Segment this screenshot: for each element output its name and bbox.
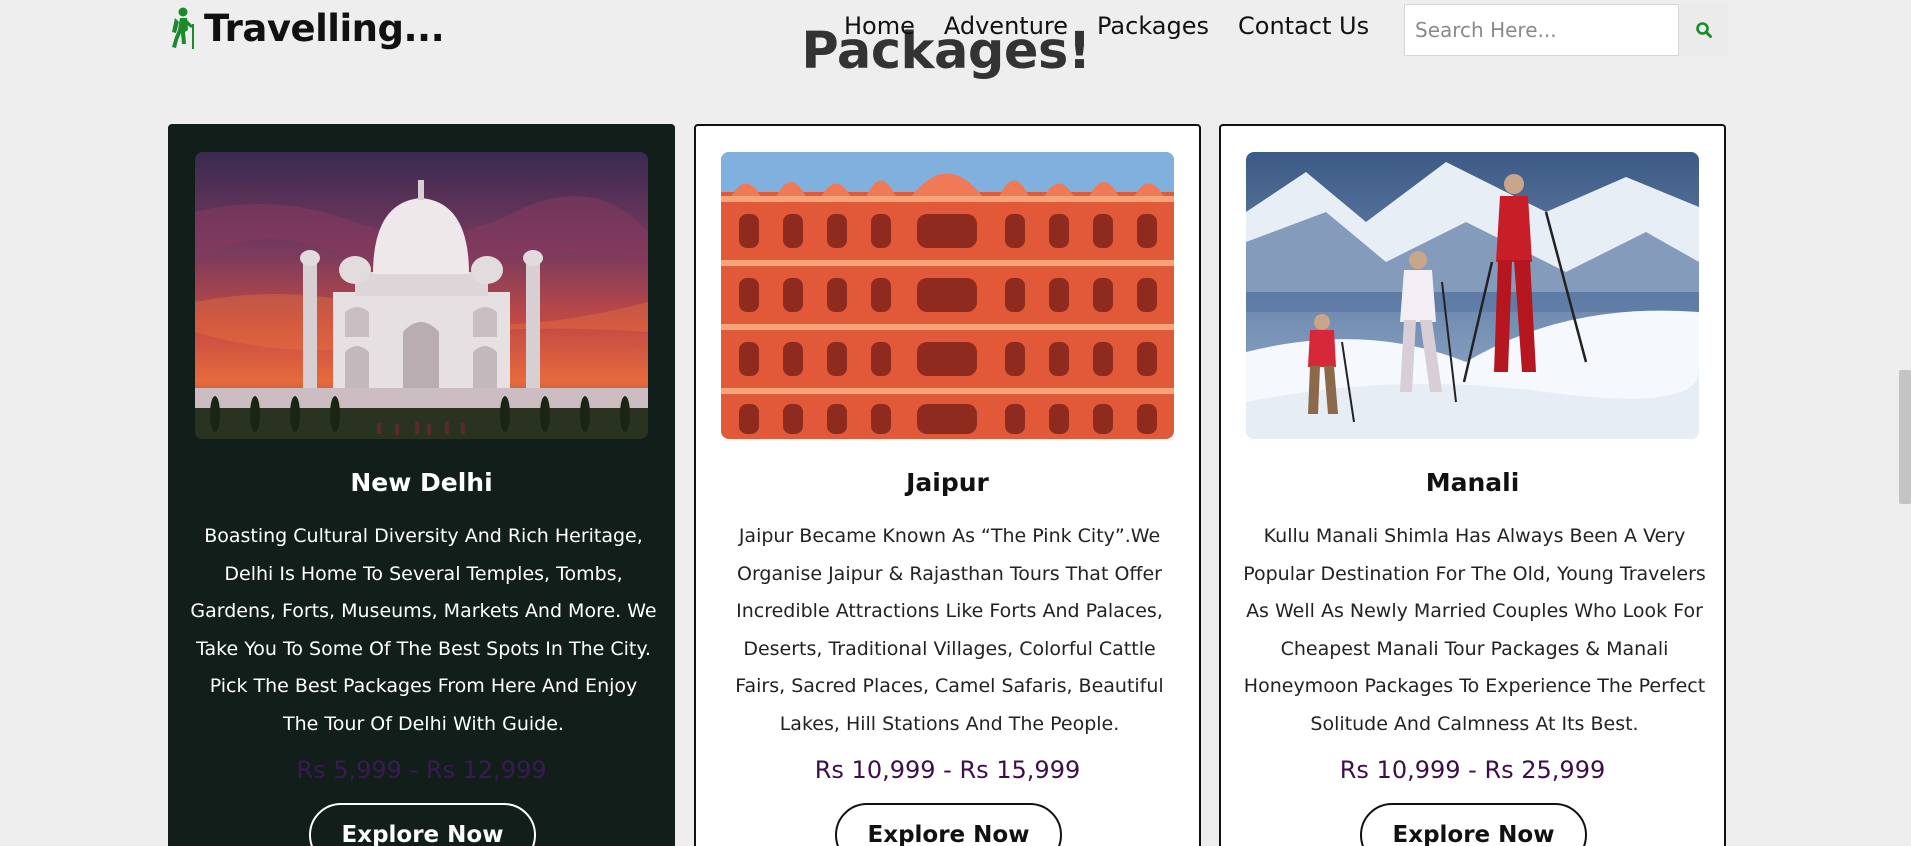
- package-price: Rs 5,999 - Rs 12,999: [296, 756, 547, 784]
- explore-now-button[interactable]: Explore Now: [835, 803, 1062, 846]
- package-title: Jaipur: [906, 468, 989, 497]
- package-description: Boasting Cultural Diversity And Rich Her…: [190, 525, 657, 735]
- snow-trekking-photo: [1246, 152, 1699, 439]
- package-price: Rs 10,999 - Rs 25,999: [1339, 756, 1606, 784]
- nav-contact-us[interactable]: Contact Us: [1238, 12, 1369, 40]
- explore-now-button[interactable]: Explore Now: [309, 803, 536, 846]
- logo[interactable]: Travelling...: [166, 6, 445, 50]
- package-price: Rs 10,999 - Rs 15,999: [814, 756, 1081, 784]
- taj-mahal-photo: [195, 152, 648, 439]
- package-card-jaipur: Jaipur Jaipur Became Known As “The Pink …: [694, 124, 1201, 846]
- nav-packages[interactable]: Packages: [1097, 12, 1209, 40]
- scrollbar-thumb[interactable]: [1899, 370, 1911, 504]
- package-description: Jaipur Became Known As “The Pink City”.W…: [735, 525, 1164, 735]
- package-title: Manali: [1425, 468, 1520, 497]
- hiker-icon: [172, 7, 194, 49]
- page: Packages! Travelling... Home Adventure P…: [0, 0, 1911, 846]
- hawa-mahal-photo: [721, 152, 1174, 439]
- nav-adventure[interactable]: Adventure: [944, 12, 1068, 40]
- explore-now-button[interactable]: Explore Now: [1360, 803, 1587, 846]
- package-card-new-delhi: New Delhi Boasting Cultural Diversity An…: [168, 124, 675, 846]
- main-nav: Home Adventure Packages Contact Us: [844, 12, 1398, 40]
- package-title: New Delhi: [350, 468, 493, 497]
- package-card-manali: Manali Kullu Manali Shimla Has Always Be…: [1219, 124, 1726, 846]
- nav-home[interactable]: Home: [844, 12, 915, 40]
- package-description: Kullu Manali Shimla Has Always Been A Ve…: [1243, 525, 1706, 735]
- search-button[interactable]: [1679, 4, 1728, 56]
- search-icon: [1695, 22, 1712, 38]
- search-input[interactable]: [1404, 4, 1679, 56]
- logo-text: Travelling...: [204, 6, 445, 50]
